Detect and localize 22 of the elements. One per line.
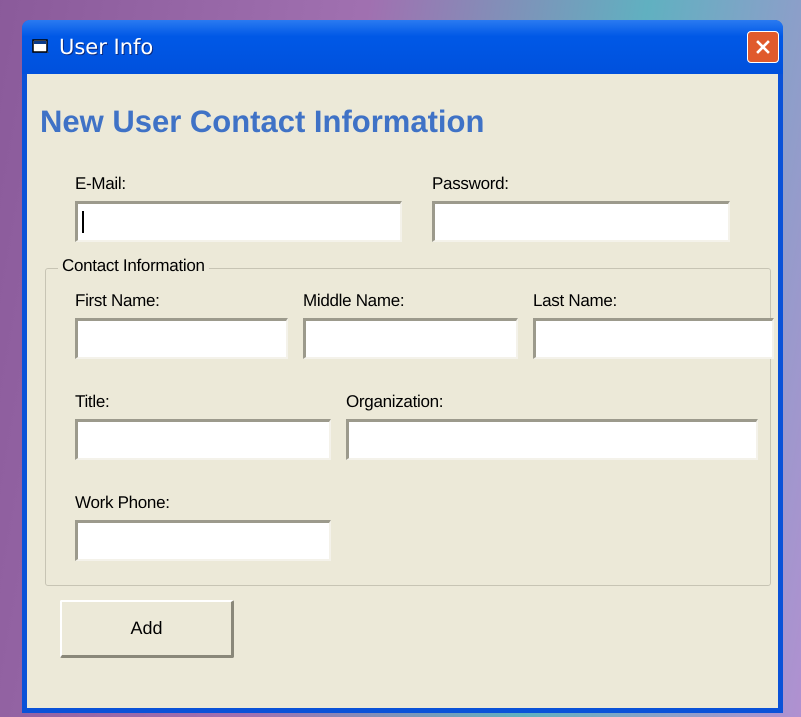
field-label: Last Name: (533, 291, 618, 311)
field-label: Password: (432, 174, 510, 194)
field-label: E-Mail: (75, 174, 127, 194)
input-field[interactable] (75, 520, 331, 561)
field-label: Middle Name: (303, 291, 406, 311)
form-heading: New User Contact Information (40, 104, 486, 140)
field-label: Work Phone: (75, 493, 171, 513)
field-label: Title: (75, 392, 110, 412)
window-icon (32, 39, 50, 55)
input-field[interactable] (346, 419, 758, 460)
close-button[interactable] (747, 31, 779, 63)
input-field[interactable] (75, 419, 331, 460)
input-field[interactable] (432, 201, 730, 242)
field-label: First Name: (75, 291, 161, 311)
input-field[interactable] (75, 201, 402, 242)
input-field[interactable] (533, 318, 774, 359)
add-button[interactable]: Add (60, 600, 234, 658)
close-icon (755, 39, 771, 55)
field-label: Organization: (346, 392, 444, 412)
input-field[interactable] (303, 318, 518, 359)
input-field[interactable] (75, 318, 288, 359)
window-title: User Info (59, 35, 154, 59)
